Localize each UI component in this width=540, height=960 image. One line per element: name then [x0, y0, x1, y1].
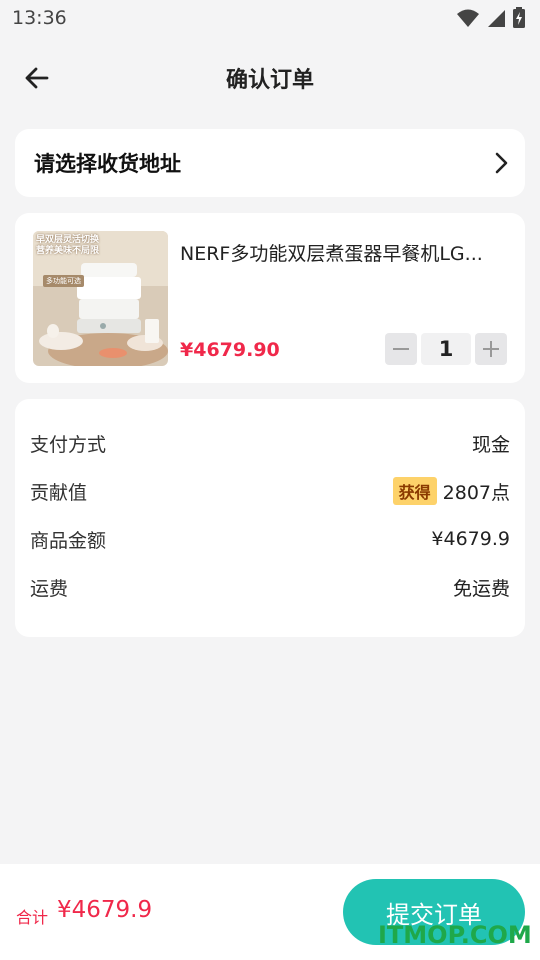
status-icons: [456, 7, 526, 29]
contribution-label: 贡献值: [30, 481, 88, 504]
product-price: ¥4679.90: [180, 339, 280, 361]
contribution-value-group: 获得 2807点: [392, 477, 510, 505]
thumb-text-3: 多功能可选: [43, 275, 84, 287]
header: 确认订单: [0, 50, 540, 106]
decrement-button[interactable]: [385, 333, 417, 365]
address-selector[interactable]: 请选择收货地址: [15, 129, 525, 197]
arrow-left-icon: [25, 67, 49, 89]
order-info-card: 支付方式 现金 贡献值 获得 2807点 商品金额 ¥4679.9 运费 免运费: [15, 399, 525, 637]
minus-icon: [393, 348, 409, 350]
contribution-row: 贡献值 获得 2807点: [30, 467, 510, 515]
plus-icon: [483, 341, 499, 357]
product-name: NERF多功能双层煮蛋器早餐机LG...: [180, 243, 483, 265]
total-label: 合计: [16, 908, 49, 927]
quantity-value[interactable]: 1: [421, 333, 471, 365]
amount-label: 商品金额: [30, 529, 107, 552]
total-value: ¥4679.9: [57, 897, 153, 923]
page-title: 确认订单: [225, 68, 314, 93]
quantity-stepper: 1: [385, 333, 507, 365]
thumb-text-1: 早双层灵活切换: [36, 235, 100, 245]
product-card: 早双层灵活切换 营养美味不局限 多功能可选 NERF多功能双层煮蛋器早餐机LG.…: [15, 213, 525, 383]
payment-value: 现金: [471, 433, 510, 456]
amount-value: ¥4679.9: [431, 528, 510, 550]
shipping-row: 运费 免运费: [30, 563, 510, 611]
chevron-right-icon: [495, 152, 508, 174]
earn-badge: 获得: [392, 477, 437, 505]
shipping-value: 免运费: [452, 577, 510, 600]
status-time: 13:36: [12, 7, 67, 29]
product-image: 早双层灵活切换 营养美味不局限 多功能可选: [33, 231, 168, 366]
signal-icon: [488, 10, 505, 27]
payment-label: 支付方式: [30, 433, 107, 456]
amount-row: 商品金额 ¥4679.9: [30, 515, 510, 563]
address-label: 请选择收货地址: [34, 152, 181, 176]
wifi-icon: [457, 9, 479, 27]
payment-row[interactable]: 支付方式 现金: [30, 419, 510, 467]
back-button[interactable]: [18, 62, 54, 94]
watermark: ITMOP.COM: [378, 921, 532, 949]
increment-button[interactable]: [475, 333, 507, 365]
shipping-label: 运费: [30, 577, 69, 600]
status-bar: 13:36: [0, 0, 540, 36]
thumb-text-2: 营养美味不局限: [36, 246, 100, 256]
contribution-value: 2807点: [442, 481, 510, 504]
battery-icon: [513, 7, 525, 28]
